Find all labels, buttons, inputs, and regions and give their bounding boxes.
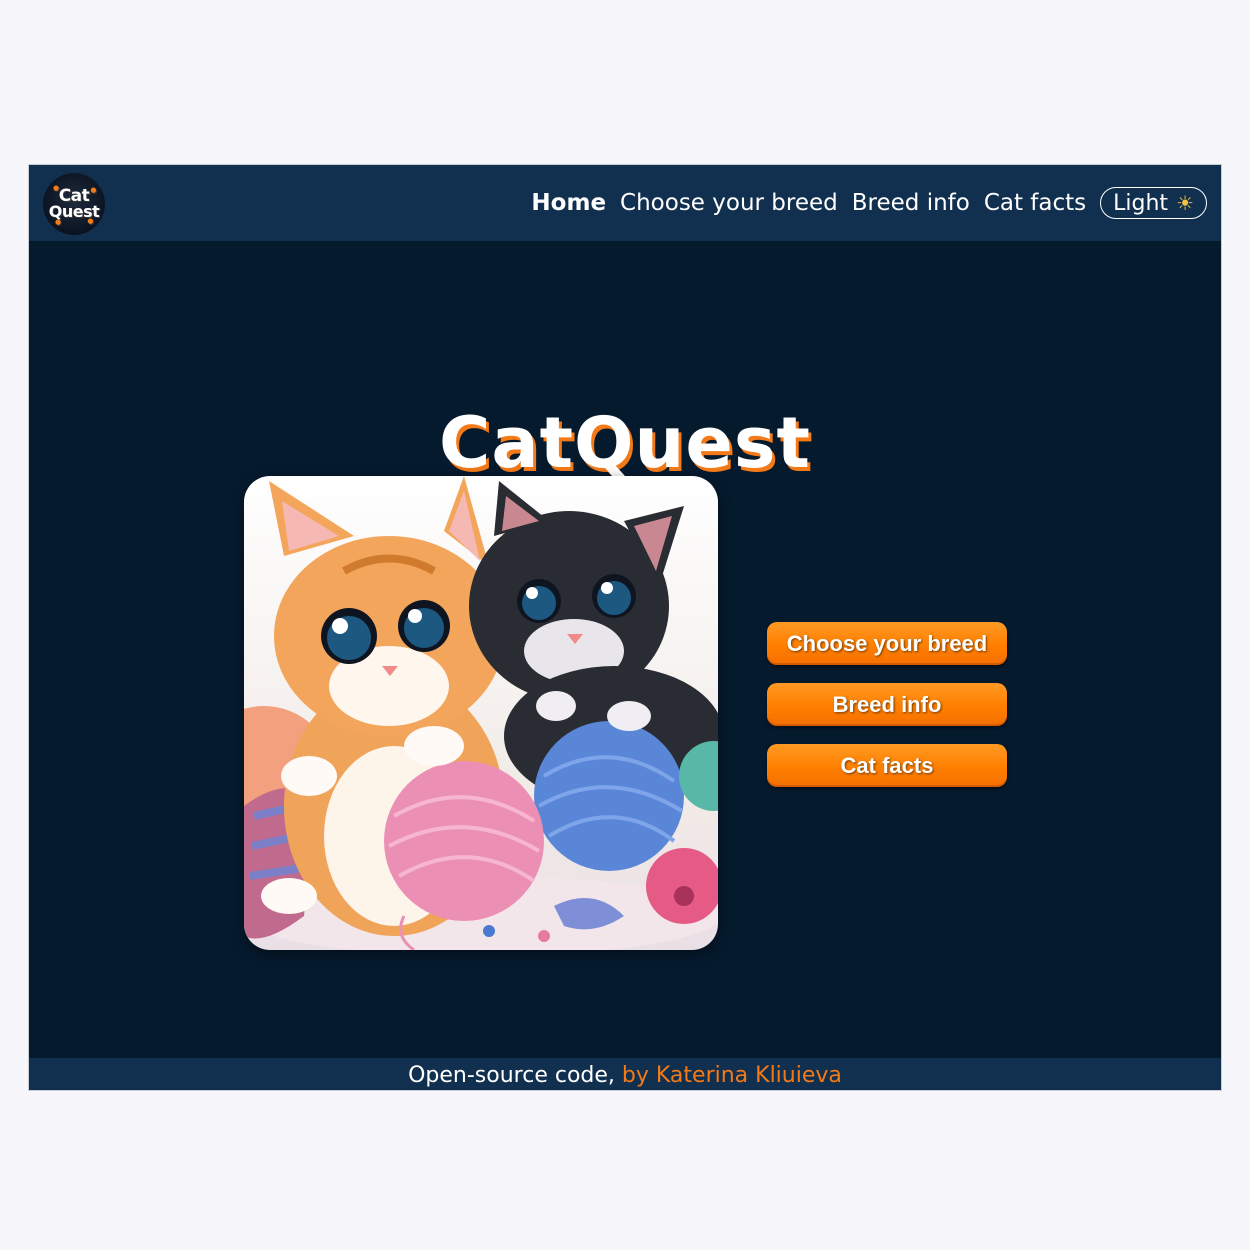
- cta-buttons: Choose your breed Breed info Cat facts: [767, 622, 1007, 805]
- theme-toggle-label: Light: [1113, 190, 1169, 216]
- choose-your-breed-button[interactable]: Choose your breed: [767, 622, 1007, 665]
- paw-icon: ●: [90, 186, 96, 194]
- paw-icon: ●: [87, 217, 93, 226]
- page-title: CatQuest: [438, 401, 811, 484]
- theme-toggle-button[interactable]: Light ☀: [1100, 187, 1207, 219]
- paw-icon: ●: [53, 184, 59, 192]
- breed-info-button[interactable]: Breed info: [767, 683, 1007, 726]
- top-navbar: ● ● ● ● Cat Quest Home Choose your breed…: [29, 165, 1221, 241]
- cat-facts-button[interactable]: Cat facts: [767, 744, 1007, 787]
- nav-breed-info[interactable]: Breed info: [852, 190, 970, 216]
- paw-icon: ●: [55, 218, 61, 227]
- nav-home[interactable]: Home: [531, 190, 606, 216]
- kittens-hero-image: [244, 476, 718, 950]
- footer: Open-source code, by Katerina Kliuieva: [29, 1058, 1221, 1090]
- catquest-logo[interactable]: ● ● ● ● Cat Quest: [43, 173, 105, 235]
- app-window: ● ● ● ● Cat Quest Home Choose your breed…: [28, 164, 1222, 1091]
- footer-text: Open-source code,: [408, 1063, 615, 1088]
- nav-cat-facts[interactable]: Cat facts: [984, 190, 1086, 216]
- kittens-illustration: [244, 476, 718, 950]
- main-nav: Home Choose your breed Breed info Cat fa…: [531, 187, 1207, 219]
- author-link[interactable]: by Katerina Kliuieva: [622, 1063, 842, 1088]
- sun-icon: ☀: [1176, 191, 1194, 215]
- nav-choose-your-breed[interactable]: Choose your breed: [620, 190, 838, 216]
